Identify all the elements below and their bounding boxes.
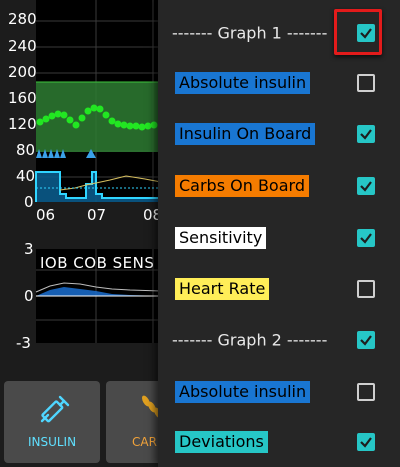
- x-tick: 07: [87, 206, 107, 224]
- menu-item-label: Absolute insulin: [175, 381, 311, 403]
- y-tick: -3: [16, 334, 31, 352]
- y-tick: 40: [16, 167, 36, 185]
- checkbox-checked[interactable]: [357, 125, 375, 143]
- checkbox-checked[interactable]: [357, 229, 375, 247]
- menu-item[interactable]: Carbs On Board: [158, 160, 400, 212]
- y-tick: 160: [8, 89, 37, 107]
- menu-item-label: ------- Graph 1 -------: [172, 23, 328, 43]
- menu-item[interactable]: Absolute insulin: [158, 57, 400, 109]
- y-tick: 280: [8, 10, 37, 28]
- checkbox-checked[interactable]: [357, 177, 375, 195]
- y-tick: 240: [8, 37, 37, 55]
- menu-section-header[interactable]: ------- Graph 2 -------: [158, 314, 400, 366]
- y-tick: 0: [24, 287, 34, 305]
- checkbox-checked[interactable]: [357, 433, 375, 451]
- carbs-button-label: CAR: [132, 435, 157, 449]
- y-tick: 3: [24, 240, 34, 258]
- menu-item[interactable]: Insulin On Board: [158, 108, 400, 160]
- carbs-button[interactable]: CAR: [106, 381, 166, 463]
- menu-item-label: Insulin On Board: [175, 123, 316, 145]
- menu-item[interactable]: Heart Rate: [158, 263, 400, 315]
- menu-item-label: Deviations: [175, 431, 268, 453]
- menu-item[interactable]: Sensitivity: [158, 212, 400, 264]
- checkbox-unchecked[interactable]: [357, 383, 375, 401]
- checkbox-unchecked[interactable]: [357, 74, 375, 92]
- syringe-icon: [40, 395, 70, 423]
- menu-item-label: Sensitivity: [175, 227, 267, 249]
- y-tick: 120: [8, 115, 37, 133]
- menu-item[interactable]: Absolute insulin: [158, 366, 400, 418]
- graph2-legend-label: IOB COB SENS: [40, 254, 155, 272]
- menu-item-label: Carbs On Board: [175, 175, 309, 197]
- menu-item[interactable]: Deviations: [158, 416, 400, 467]
- y-tick: 200: [8, 63, 37, 81]
- y-tick: 80: [16, 141, 36, 159]
- highlight-box: [334, 9, 382, 55]
- menu-item-label: ------- Graph 2 -------: [172, 330, 328, 350]
- checkbox-checked[interactable]: [357, 331, 375, 349]
- y-tick: 0: [24, 193, 34, 211]
- graph-options-menu: ------- Graph 1 ------- Absolute insulin I…: [158, 0, 400, 467]
- x-tick: 06: [36, 206, 56, 224]
- menu-item-label: Heart Rate: [175, 278, 270, 300]
- insulin-button[interactable]: INSULIN: [4, 381, 100, 463]
- checkbox-unchecked[interactable]: [357, 280, 375, 298]
- menu-item-label: Absolute insulin: [175, 72, 311, 94]
- insulin-button-label: INSULIN: [27, 435, 77, 449]
